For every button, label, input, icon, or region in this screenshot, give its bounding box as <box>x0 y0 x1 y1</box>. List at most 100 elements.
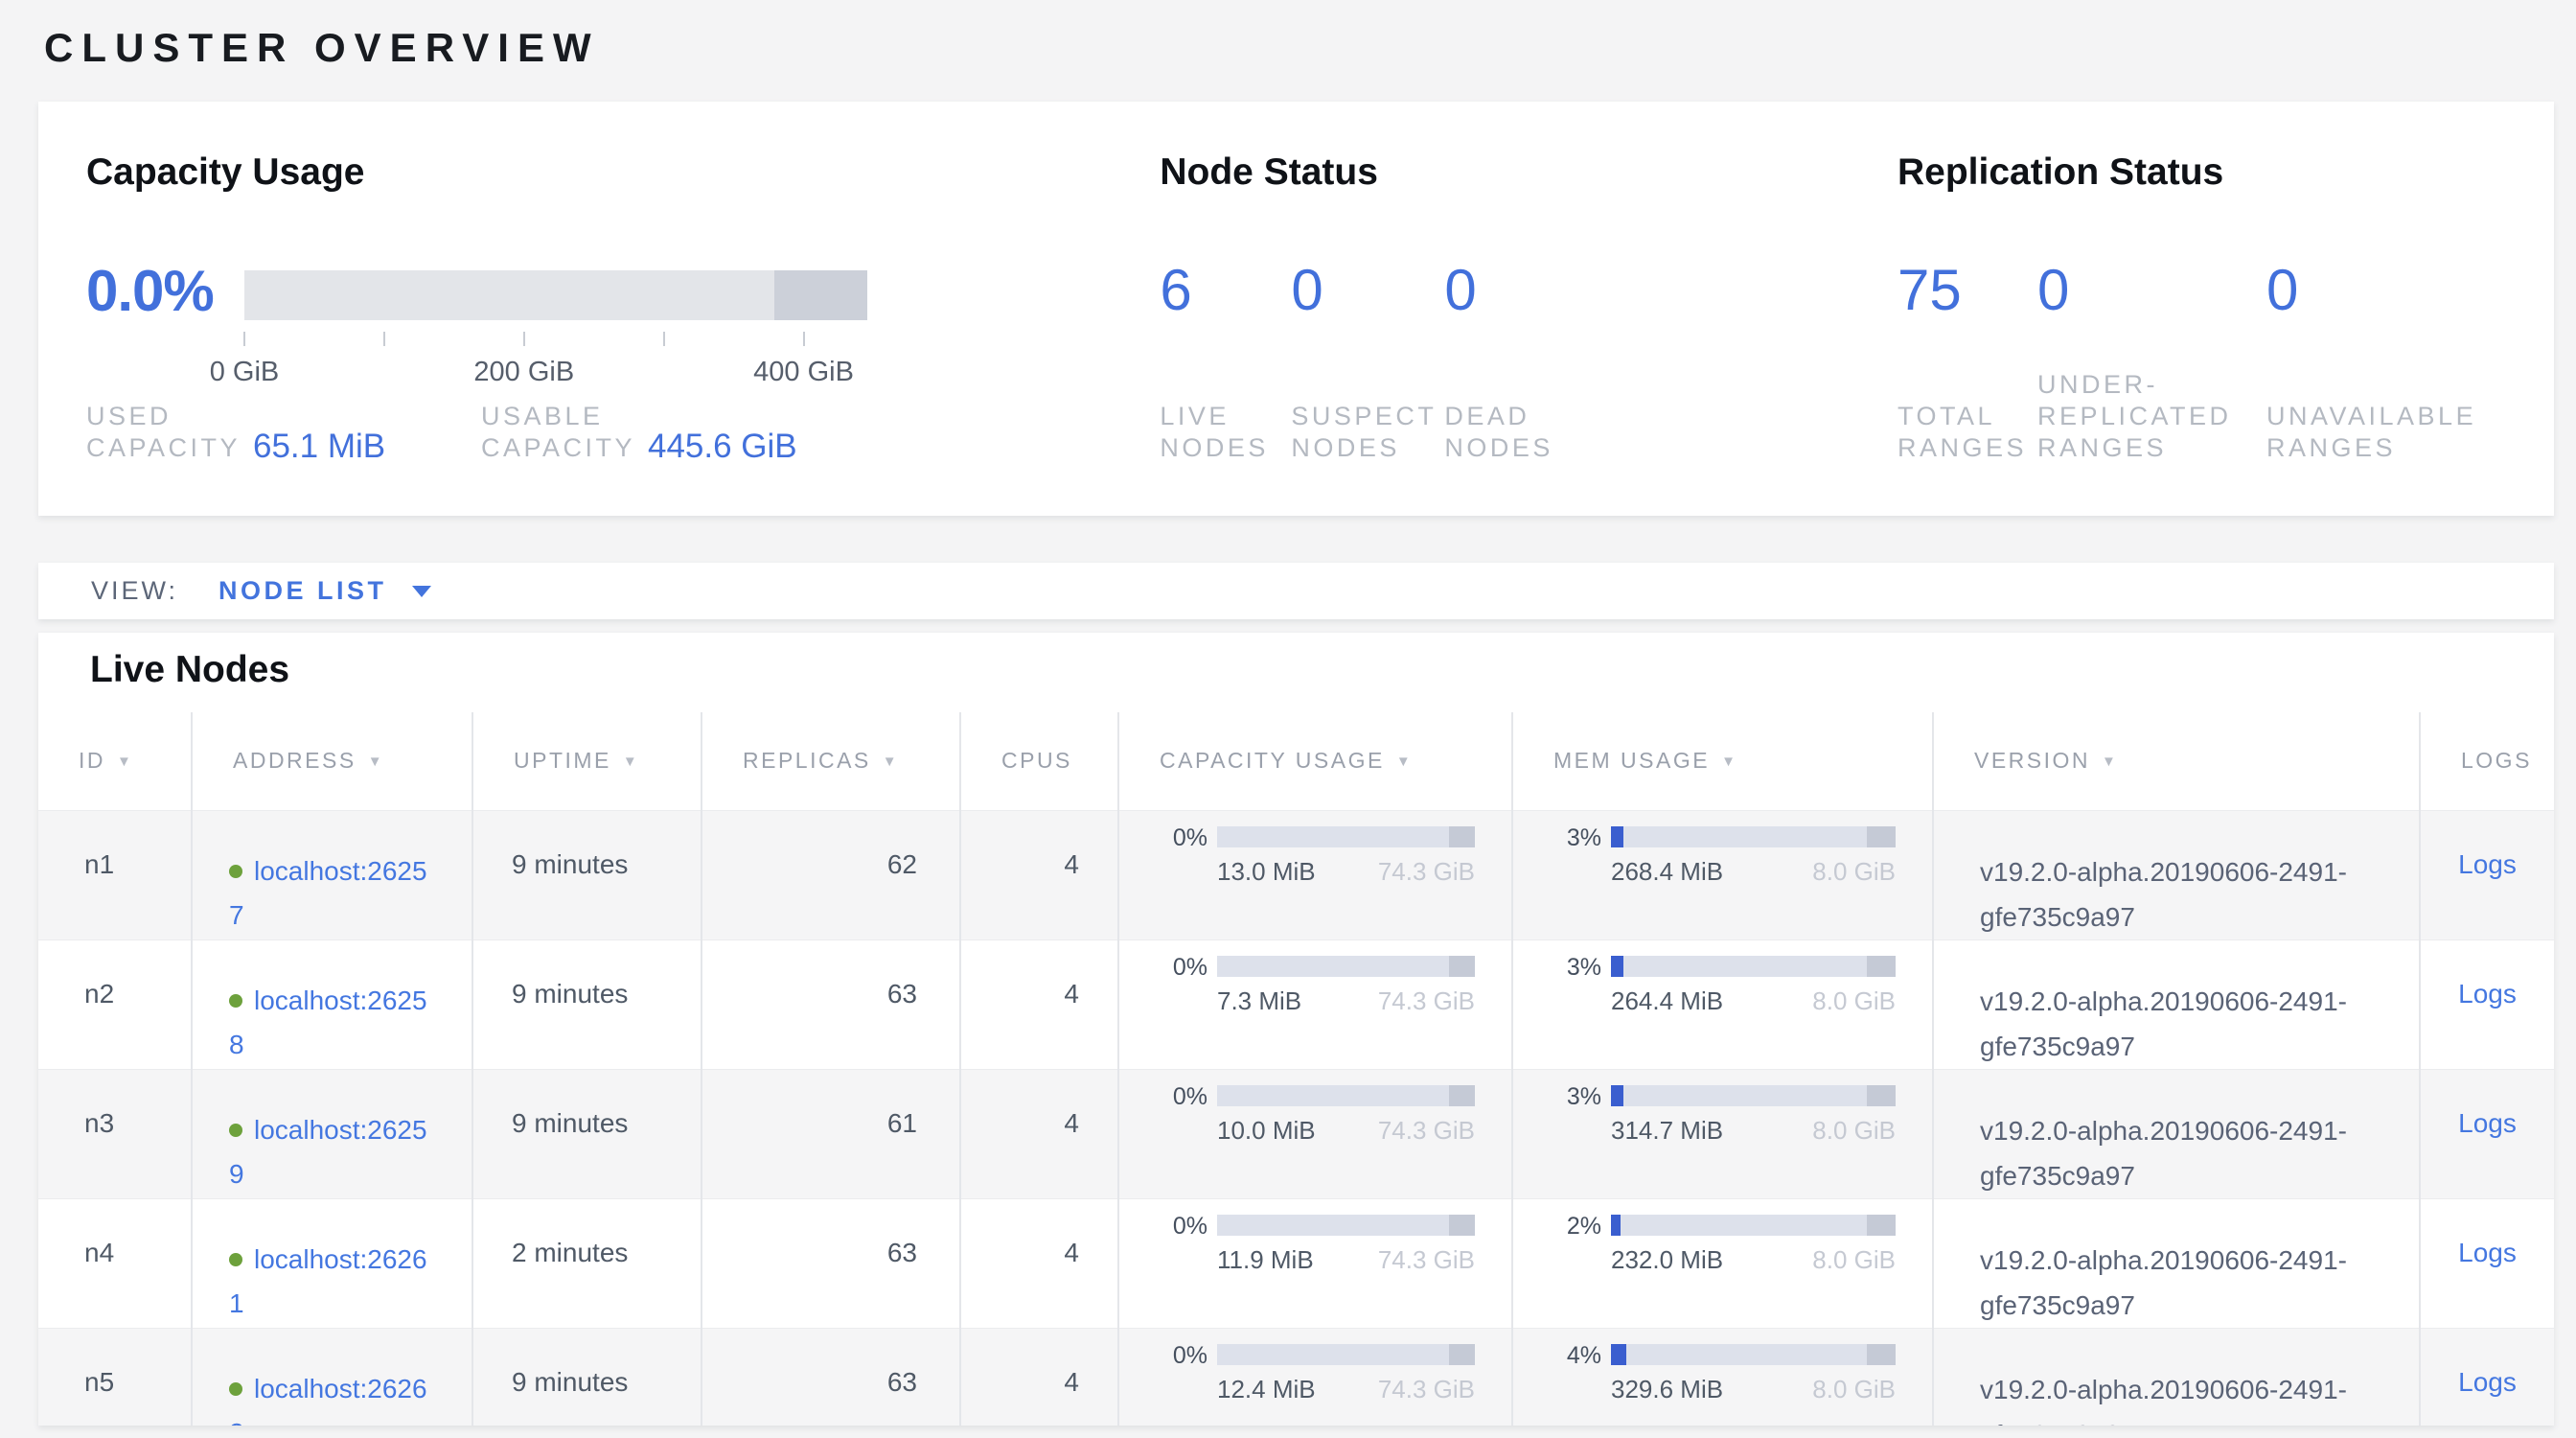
version-cell: v19.2.0-alpha.20190606-2491-gfe735c9a97 <box>1933 1328 2420 1426</box>
version-cell: v19.2.0-alpha.20190606-2491-gfe735c9a97 <box>1933 939 2420 1069</box>
capacity-axis-ticks <box>244 332 867 347</box>
column-header-replicas[interactable]: REPLICAS▼ <box>702 712 960 810</box>
logs-link[interactable]: Logs <box>2458 1108 2517 1138</box>
node-list-dropdown[interactable]: NODE LIST <box>218 576 431 606</box>
axis-tick-label: 0 GiB <box>210 357 280 388</box>
cpus-value: 4 <box>1064 1108 1079 1138</box>
mem-usage-gauge-used-fill <box>1611 956 1623 977</box>
mem-usage-gauge-bar <box>1611 1344 1896 1365</box>
logs-link[interactable]: Logs <box>2458 1238 2517 1267</box>
capacity-usage-gauge-bar <box>1217 956 1475 977</box>
live-nodes-label: LIVE NODES <box>1160 401 1291 464</box>
capacity-usage-gauge-total-value: 74.3 GiB <box>1378 1116 1475 1146</box>
version-value: v19.2.0-alpha.20190606-2491-gfe735c9a97 <box>1980 1108 2406 1198</box>
column-header-address[interactable]: ADDRESS▼ <box>192 712 472 810</box>
capacity-bar-dark-segment <box>774 270 868 320</box>
table-row: n5localhost:262629 minutes6340%12.4 MiB7… <box>38 1328 2554 1426</box>
node-status-section: Node Status 6 LIVE NODES 0 SUSPECT NODES… <box>1160 151 1898 464</box>
sort-descending-icon: ▼ <box>2102 754 2118 770</box>
address-link[interactable]: localhost:26257 <box>229 856 427 930</box>
column-header-version[interactable]: VERSION▼ <box>1933 712 2420 810</box>
logs-link[interactable]: Logs <box>2458 849 2517 879</box>
capacity-usage-gauge-reserved-segment <box>1449 1215 1475 1236</box>
capacity-usage-cell: 0%13.0 MiB74.3 GiB <box>1118 810 1512 939</box>
cpus-value: 4 <box>1064 1238 1079 1267</box>
sort-descending-icon: ▼ <box>1721 754 1737 770</box>
suspect-nodes-label: SUSPECT NODES <box>1291 401 1444 464</box>
mem-usage-gauge-percent: 3% <box>1552 956 1601 979</box>
mem-usage-gauge-used-fill <box>1611 1215 1621 1236</box>
capacity-usage-gauge-used-value: 11.9 MiB <box>1217 1245 1314 1275</box>
column-header-label: ADDRESS <box>233 748 356 773</box>
address-wrap: localhost:26258 <box>229 979 430 1067</box>
capacity-usage-gauge-bar <box>1217 1215 1475 1236</box>
axis-tick-label: 200 GiB <box>473 357 574 388</box>
capacity-usage-gauge-bar-chart: 7.3 MiB74.3 GiB <box>1217 956 1475 1016</box>
version-cell: v19.2.0-alpha.20190606-2491-gfe735c9a97 <box>1933 1069 2420 1198</box>
capacity-usage-gauge: 0%12.4 MiB74.3 GiB <box>1158 1344 1475 1404</box>
cpus-value: 4 <box>1064 1367 1079 1397</box>
column-header-label: UPTIME <box>514 748 611 773</box>
mem-usage-gauge-bar <box>1611 1215 1896 1236</box>
mem-usage-gauge-bar-chart: 264.4 MiB 8.0 GiB <box>1611 956 1896 1016</box>
axis-tick <box>523 332 525 346</box>
sort-descending-icon: ▼ <box>623 754 639 770</box>
chevron-down-icon <box>412 586 431 597</box>
total-ranges-value: 75 <box>1898 261 2037 320</box>
replicas-cell: 61 <box>702 1069 960 1198</box>
mem-usage-gauge-reserved-segment <box>1867 1344 1896 1365</box>
logs-cell: Logs <box>2420 939 2554 1069</box>
live-nodes-card: Live Nodes ID▼ADDRESS▼UPTIME▼REPLICAS▼CP… <box>38 633 2554 1426</box>
logs-link[interactable]: Logs <box>2458 1367 2517 1397</box>
mem-usage-gauge-used-fill <box>1611 826 1623 847</box>
mem-usage-gauge-values: 329.6 MiB8.0 GiB <box>1611 1375 1896 1404</box>
address-link[interactable]: localhost:26262 <box>229 1374 427 1426</box>
replication-status-section: Replication Status 75 TOTAL RANGES 0 UND… <box>1898 151 2506 464</box>
mem-usage-gauge-used-value: 264.4 MiB <box>1611 986 1723 1016</box>
replicas-value: 63 <box>887 1367 917 1397</box>
capacity-usage-gauge-values: 11.9 MiB74.3 GiB <box>1217 1245 1475 1275</box>
cpus-cell: 4 <box>960 1328 1118 1426</box>
uptime-cell: 9 minutes <box>472 939 702 1069</box>
capacity-usage-gauge-values: 10.0 MiB74.3 GiB <box>1217 1116 1475 1146</box>
address-link[interactable]: localhost:26258 <box>229 986 427 1059</box>
unavailable-ranges-value: 0 <box>2266 261 2506 320</box>
mem-usage-gauge-reserved-segment <box>1867 826 1896 847</box>
capacity-usage-gauge: 0%11.9 MiB74.3 GiB <box>1158 1215 1475 1275</box>
mem-usage-gauge-total-value: 8.0 GiB <box>1812 986 1896 1016</box>
replication-status-title: Replication Status <box>1898 151 2506 194</box>
capacity-usage-gauge-bar <box>1217 1085 1475 1106</box>
capacity-usage-gauge-bar-chart: 13.0 MiB74.3 GiB <box>1217 826 1475 887</box>
address-cell: localhost:26257 <box>192 810 472 939</box>
column-header-mem-usage[interactable]: MEM USAGE▼ <box>1512 712 1933 810</box>
mem-usage-cell: 2% 232.0 MiB8.0 GiB <box>1512 1198 1933 1328</box>
node-live-status-dot <box>229 1124 242 1137</box>
logs-link[interactable]: Logs <box>2458 979 2517 1009</box>
column-header-capacity-usage[interactable]: CAPACITY USAGE▼ <box>1118 712 1512 810</box>
mem-usage-cell: 4%329.6 MiB8.0 GiB <box>1512 1328 1933 1426</box>
mem-usage-gauge-bar-chart: 232.0 MiB8.0 GiB <box>1611 1215 1896 1275</box>
mem-usage-gauge-used-value: 329.6 MiB <box>1611 1375 1723 1404</box>
column-header-cpus: CPUS <box>960 712 1118 810</box>
cpus-value: 4 <box>1064 849 1079 879</box>
mem-usage-gauge-bar-chart: 329.6 MiB8.0 GiB <box>1611 1344 1896 1404</box>
column-header-uptime[interactable]: UPTIME ▼ <box>472 712 702 810</box>
mem-usage-cell: 3%268.4 MiB8.0 GiB <box>1512 810 1933 939</box>
capacity-usage-gauge-values: 7.3 MiB74.3 GiB <box>1217 986 1475 1016</box>
capacity-usage-gauge: 0%13.0 MiB74.3 GiB <box>1158 826 1475 887</box>
column-header-id[interactable]: ID▼ <box>38 712 192 810</box>
node-id: n3 <box>84 1108 114 1138</box>
mem-usage-gauge-percent: 3% <box>1552 1085 1601 1108</box>
cpus-cell: 4 <box>960 810 1118 939</box>
mem-usage-gauge-used-value: 268.4 MiB <box>1611 857 1723 887</box>
mem-usage-gauge-used-value: 232.0 MiB <box>1611 1245 1723 1275</box>
mem-usage-gauge: 3%314.7 MiB8.0 GiB <box>1552 1085 1896 1146</box>
mem-usage-gauge-percent: 2% <box>1552 1215 1601 1238</box>
address-link[interactable]: localhost:26261 <box>229 1244 427 1318</box>
sort-descending-icon: ▼ <box>117 754 133 770</box>
replicas-value: 61 <box>887 1108 917 1138</box>
node-id-cell: n3 <box>38 1069 192 1198</box>
replicas-value: 63 <box>887 979 917 1009</box>
address-link[interactable]: localhost:26259 <box>229 1115 427 1189</box>
node-id: n4 <box>84 1238 114 1267</box>
